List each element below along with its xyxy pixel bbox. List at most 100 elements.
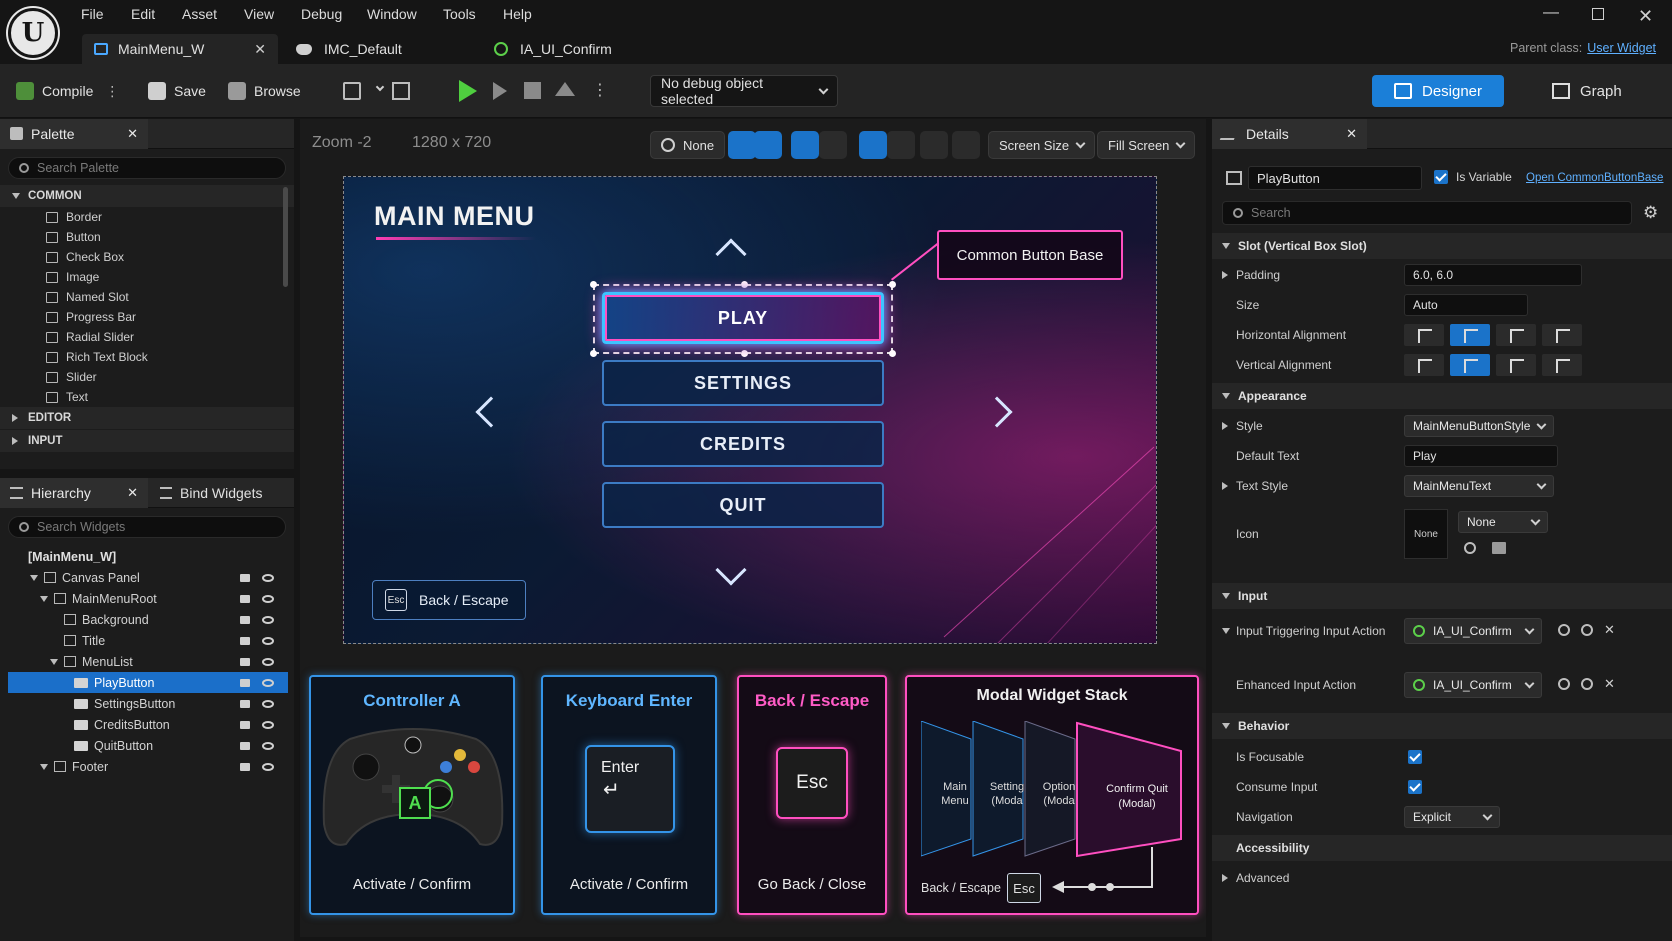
hierarchy-row[interactable]: QuitButton	[8, 735, 288, 756]
parent-class-link[interactable]: User Widget	[1587, 41, 1656, 55]
hierarchy-row[interactable]: Footer	[8, 756, 288, 777]
lock-dropdown-icon[interactable]	[887, 131, 915, 159]
eye-icon[interactable]	[262, 616, 274, 624]
lock-icon[interactable]	[754, 131, 782, 159]
play-options-icon[interactable]: ⋮	[592, 80, 608, 100]
details-tab[interactable]: Details ✕	[1212, 118, 1367, 149]
resize-handle[interactable]	[590, 350, 597, 357]
palette-search-input[interactable]: Search Palette	[8, 157, 286, 179]
navigation-dropdown[interactable]: Explicit	[1404, 806, 1500, 828]
class-defaults-icon[interactable]	[392, 82, 410, 100]
close-palette-icon[interactable]: ✕	[127, 126, 138, 142]
menu-edit[interactable]: Edit	[131, 6, 155, 22]
lock-icon[interactable]	[240, 742, 250, 750]
hierarchy-row[interactable]: MainMenuRoot	[8, 588, 288, 609]
eye-icon[interactable]	[262, 742, 274, 750]
chevron-up-icon[interactable]	[715, 238, 747, 270]
class-settings-dropdown-icon[interactable]	[369, 82, 385, 92]
text-style-dropdown[interactable]: MainMenuText	[1404, 475, 1554, 497]
remove-icon[interactable]: ✕	[1604, 676, 1615, 692]
size-input[interactable]: Auto	[1404, 294, 1528, 316]
use-selected-icon[interactable]	[1558, 678, 1570, 690]
slot-category[interactable]: Slot (Vertical Box Slot)	[1212, 233, 1672, 259]
unreal-logo[interactable]: U	[8, 8, 58, 58]
lock-icon[interactable]	[240, 700, 250, 708]
icon-dropdown[interactable]: None	[1458, 511, 1548, 533]
palette-item[interactable]: Text	[0, 387, 294, 407]
grid-snap-icon[interactable]	[791, 131, 819, 159]
triggering-action-dropdown[interactable]: IA_UI_Confirm	[1404, 618, 1542, 644]
grid-options-icon[interactable]	[819, 131, 847, 159]
browse-asset-icon[interactable]	[1492, 542, 1506, 554]
palette-item[interactable]: Radial Slider	[0, 327, 294, 347]
clear-icon[interactable]	[1581, 678, 1593, 690]
hierarchy-root[interactable]: [MainMenu_W]	[0, 546, 294, 567]
back-escape-prompt[interactable]: Esc Back / Escape	[372, 580, 526, 620]
palette-scrollbar[interactable]	[283, 187, 288, 287]
quit-button[interactable]: QUIT	[602, 482, 884, 528]
expand-arrow-icon[interactable]	[40, 763, 48, 770]
flow-direction-icon[interactable]	[920, 131, 948, 159]
hierarchy-row[interactable]: Title	[8, 630, 288, 651]
minimize-icon[interactable]: —	[1543, 4, 1559, 22]
padding-input[interactable]: 6.0, 6.0	[1404, 264, 1582, 286]
eject-icon[interactable]	[555, 82, 575, 96]
align-left-icon[interactable]	[1404, 324, 1444, 346]
hierarchy-tab[interactable]: Hierarchy ✕	[0, 477, 148, 508]
resize-handle[interactable]	[590, 281, 597, 288]
outline-toggle-icon[interactable]	[952, 131, 980, 159]
menu-view[interactable]: View	[244, 6, 274, 22]
hierarchy-row[interactable]: SettingsButton	[8, 693, 288, 714]
palette-tab[interactable]: Palette ✕	[0, 118, 148, 149]
align-fill-icon[interactable]	[1542, 324, 1582, 346]
lock-icon[interactable]	[240, 658, 250, 666]
align-bottom-icon[interactable]	[1496, 354, 1536, 376]
palette-item[interactable]: Check Box	[0, 247, 294, 267]
lock-icon[interactable]	[240, 595, 250, 603]
palette-category-common[interactable]: COMMON	[0, 185, 294, 207]
eye-icon[interactable]	[262, 595, 274, 603]
palette-category-input[interactable]: INPUT	[0, 430, 294, 452]
expand-arrow-icon[interactable]	[30, 574, 38, 581]
menu-asset[interactable]: Asset	[182, 6, 217, 22]
stop-icon[interactable]	[524, 82, 541, 99]
reset-icon[interactable]	[1464, 542, 1476, 554]
input-category[interactable]: Input	[1212, 583, 1672, 609]
default-text-input[interactable]: Play	[1404, 445, 1558, 467]
screen-size-dropdown[interactable]: Screen Size	[988, 131, 1096, 159]
palette-item[interactable]: Image	[0, 267, 294, 287]
hierarchy-row[interactable]: MenuList	[8, 651, 288, 672]
palette-item[interactable]: Border	[0, 207, 294, 227]
respect-locks-icon[interactable]	[728, 131, 756, 159]
hierarchy-row[interactable]: Background	[8, 609, 288, 630]
eye-icon[interactable]	[262, 574, 274, 582]
chevron-right-icon[interactable]	[981, 396, 1013, 428]
behavior-category[interactable]: Behavior	[1212, 713, 1672, 739]
credits-button[interactable]: CREDITS	[602, 421, 884, 467]
align-center-icon[interactable]	[1450, 324, 1490, 346]
lock-icon[interactable]	[240, 679, 250, 687]
hierarchy-row[interactable]: Canvas Panel	[8, 567, 288, 588]
eye-icon[interactable]	[262, 700, 274, 708]
designer-mode-button[interactable]: Designer	[1372, 75, 1504, 107]
save-button[interactable]: Save	[148, 64, 206, 118]
compile-options-icon[interactable]: ⋮	[105, 83, 119, 100]
chevron-left-icon[interactable]	[475, 396, 507, 428]
palette-item[interactable]: Rich Text Block	[0, 347, 294, 367]
resize-handle[interactable]	[889, 350, 896, 357]
close-details-icon[interactable]: ✕	[1346, 126, 1357, 142]
style-dropdown[interactable]: MainMenuButtonStyle	[1404, 415, 1554, 437]
hierarchy-row[interactable]: PlayButton	[8, 672, 288, 693]
widget-canvas[interactable]: MAIN MENU PLAY SETTINGS CREDITS QUIT Com…	[343, 176, 1157, 644]
tab-imc-default[interactable]: IMC_Default	[284, 34, 474, 64]
palette-item[interactable]: Slider	[0, 367, 294, 387]
menu-window[interactable]: Window	[367, 6, 417, 22]
expand-arrow-icon[interactable]	[1222, 628, 1230, 634]
collapse-arrow-icon[interactable]	[1222, 422, 1228, 430]
accessibility-category[interactable]: Accessibility	[1212, 835, 1672, 861]
widget-name-input[interactable]: PlayButton	[1248, 166, 1422, 190]
palette-category-editor[interactable]: EDITOR	[0, 407, 294, 429]
lock-icon[interactable]	[240, 721, 250, 729]
hierarchy-row[interactable]: CreditsButton	[8, 714, 288, 735]
lock-icon[interactable]	[240, 574, 250, 582]
